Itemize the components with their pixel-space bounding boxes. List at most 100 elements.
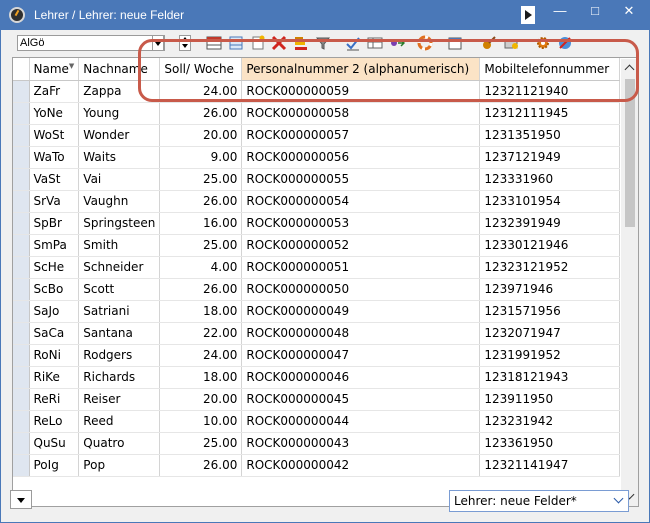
filter-dropdown-button[interactable] bbox=[152, 35, 164, 51]
cell-name[interactable]: SrVa bbox=[29, 190, 80, 213]
grid-view-icon[interactable] bbox=[228, 35, 244, 51]
table-row[interactable]: ScBo Scott 26.00 ROCK000000050 123971946 bbox=[13, 278, 621, 301]
cell-name[interactable]: PoIg bbox=[29, 454, 80, 477]
cell-soll-woche[interactable]: 9.00 bbox=[159, 146, 243, 169]
cell-name[interactable]: RoNi bbox=[29, 344, 80, 367]
table-row[interactable]: ScHe Schneider 4.00 ROCK000000051 1232312195… bbox=[13, 256, 621, 279]
cell-mobiltelefon[interactable]: 12330121946 bbox=[479, 234, 621, 257]
cell-soll-woche[interactable]: 26.00 bbox=[159, 278, 243, 301]
cell-nachname[interactable]: Pop bbox=[78, 454, 161, 477]
row-selector[interactable] bbox=[13, 124, 30, 147]
table-row[interactable]: SrVa Vaughn 26.00 ROCK000000054 1233101954 bbox=[13, 190, 621, 213]
maximize-button[interactable]: □ bbox=[580, 0, 610, 22]
cell-mobiltelefon[interactable]: 12321141947 bbox=[479, 454, 621, 477]
row-selector[interactable] bbox=[13, 388, 30, 411]
column-header-name[interactable]: Name▼ bbox=[29, 58, 80, 81]
table-properties-icon[interactable] bbox=[367, 35, 383, 51]
cell-name[interactable]: ScBo bbox=[29, 278, 80, 301]
cell-mobiltelefon[interactable]: 1232391949 bbox=[479, 212, 621, 235]
cell-soll-woche[interactable]: 18.00 bbox=[159, 366, 243, 389]
view-selector[interactable]: Lehrer: neue Felder* bbox=[449, 490, 629, 512]
table-row[interactable]: SaCa Santana 22.00 ROCK000000048 1232071947 bbox=[13, 322, 621, 345]
cell-personalnummer[interactable]: ROCK000000042 bbox=[241, 454, 481, 477]
cell-mobiltelefon[interactable]: 1231571956 bbox=[479, 300, 621, 323]
cell-name[interactable]: SaJo bbox=[29, 300, 80, 323]
row-selector[interactable] bbox=[13, 80, 30, 103]
teacher-grid[interactable]: Name▼ Nachname Soll/ Woche Personalnumme… bbox=[12, 57, 639, 507]
run-icon[interactable] bbox=[521, 6, 535, 24]
filter-combobox[interactable]: AlGö bbox=[17, 35, 165, 51]
column-header-soll-woche[interactable]: Soll/ Woche bbox=[159, 58, 243, 81]
cell-nachname[interactable]: Scott bbox=[78, 278, 161, 301]
cell-soll-woche[interactable]: 16.00 bbox=[159, 212, 243, 235]
tools-icon[interactable] bbox=[481, 35, 497, 51]
row-selector[interactable] bbox=[13, 168, 30, 191]
cell-personalnummer[interactable]: ROCK000000049 bbox=[241, 300, 481, 323]
cell-nachname[interactable]: Reed bbox=[78, 410, 161, 433]
table-row[interactable]: ReRi Reiser 20.00 ROCK000000045 123911950 bbox=[13, 388, 621, 411]
cell-nachname[interactable]: Springsteen bbox=[78, 212, 161, 235]
cell-soll-woche[interactable]: 25.00 bbox=[159, 432, 243, 455]
options-dropdown-button[interactable] bbox=[10, 490, 32, 509]
row-selector[interactable] bbox=[13, 190, 30, 213]
transfer-icon[interactable] bbox=[389, 35, 405, 51]
sort-spinner-icon[interactable] bbox=[179, 35, 191, 51]
close-button[interactable]: ✕ bbox=[614, 0, 644, 22]
cell-mobiltelefon[interactable]: 123361950 bbox=[479, 432, 621, 455]
column-header-nachname[interactable]: Nachname bbox=[78, 58, 161, 81]
cell-name[interactable]: VaSt bbox=[29, 168, 80, 191]
cell-personalnummer[interactable]: ROCK000000051 bbox=[241, 256, 481, 279]
cell-soll-woche[interactable]: 26.00 bbox=[159, 454, 243, 477]
cell-name[interactable]: SpBr bbox=[29, 212, 80, 235]
cell-personalnummer[interactable]: ROCK000000054 bbox=[241, 190, 481, 213]
cell-name[interactable]: SmPa bbox=[29, 234, 80, 257]
cell-nachname[interactable]: Vai bbox=[78, 168, 161, 191]
table-row[interactable]: PoIg Pop 26.00 ROCK000000042 12321141947 bbox=[13, 454, 621, 477]
table-row[interactable]: RiKe Richards 18.00 ROCK000000046 1231812194… bbox=[13, 366, 621, 389]
row-selector[interactable] bbox=[13, 256, 30, 279]
cell-personalnummer[interactable]: ROCK000000048 bbox=[241, 322, 481, 345]
table-row[interactable]: WaTo Waits 9.00 ROCK000000056 1237121949 bbox=[13, 146, 621, 169]
grid-insert-icon[interactable] bbox=[206, 35, 222, 51]
table-row[interactable]: YoNe Young 26.00 ROCK000000058 12312111945 bbox=[13, 102, 621, 125]
row-selector[interactable] bbox=[13, 454, 30, 477]
cell-nachname[interactable]: Wonder bbox=[78, 124, 161, 147]
cell-nachname[interactable]: Rodgers bbox=[78, 344, 161, 367]
cell-name[interactable]: SaCa bbox=[29, 322, 80, 345]
cell-name[interactable]: WoSt bbox=[29, 124, 80, 147]
row-selector[interactable] bbox=[13, 432, 30, 455]
cell-soll-woche[interactable]: 22.00 bbox=[159, 322, 243, 345]
cell-nachname[interactable]: Waits bbox=[78, 146, 161, 169]
cell-personalnummer[interactable]: ROCK000000055 bbox=[241, 168, 481, 191]
cell-nachname[interactable]: Reiser bbox=[78, 388, 161, 411]
cell-personalnummer[interactable]: ROCK000000050 bbox=[241, 278, 481, 301]
table-row[interactable]: SpBr Springsteen 16.00 ROCK000000053 1232391… bbox=[13, 212, 621, 235]
cell-personalnummer[interactable]: ROCK000000059 bbox=[241, 80, 481, 103]
cell-mobiltelefon[interactable]: 12321121940 bbox=[479, 80, 621, 103]
cell-name[interactable]: YoNe bbox=[29, 102, 80, 125]
scroll-up-icon[interactable] bbox=[621, 59, 638, 77]
cell-personalnummer[interactable]: ROCK000000046 bbox=[241, 366, 481, 389]
lifebuoy-icon[interactable] bbox=[417, 35, 433, 51]
cell-soll-woche[interactable]: 25.00 bbox=[159, 168, 243, 191]
column-header-personalnummer[interactable]: Personalnummer 2 (alphanumerisch) bbox=[241, 58, 481, 81]
cell-soll-woche[interactable]: 24.00 bbox=[159, 80, 243, 103]
cell-mobiltelefon[interactable]: 1231351950 bbox=[479, 124, 621, 147]
filter-icon[interactable] bbox=[315, 35, 331, 51]
minimize-button[interactable]: — bbox=[545, 0, 575, 22]
cell-soll-woche[interactable]: 10.00 bbox=[159, 410, 243, 433]
check-edit-icon[interactable] bbox=[345, 35, 361, 51]
cell-personalnummer[interactable]: ROCK000000058 bbox=[241, 102, 481, 125]
table-row[interactable]: ZaFr Zappa 24.00 ROCK000000059 12321121940 bbox=[13, 80, 621, 103]
table-row[interactable]: SaJo Satriani 18.00 ROCK000000049 1231571956 bbox=[13, 300, 621, 323]
cell-nachname[interactable]: Satriani bbox=[78, 300, 161, 323]
row-selector[interactable] bbox=[13, 234, 30, 257]
row-selector[interactable] bbox=[13, 366, 30, 389]
cell-name[interactable]: ReLo bbox=[29, 410, 80, 433]
table-row[interactable]: VaSt Vai 25.00 ROCK000000055 123331960 bbox=[13, 168, 621, 191]
cell-soll-woche[interactable]: 25.00 bbox=[159, 234, 243, 257]
cell-mobiltelefon[interactable]: 123231942 bbox=[479, 410, 621, 433]
row-selector[interactable] bbox=[13, 410, 30, 433]
cell-soll-woche[interactable]: 26.00 bbox=[159, 102, 243, 125]
cell-nachname[interactable]: Vaughn bbox=[78, 190, 161, 213]
